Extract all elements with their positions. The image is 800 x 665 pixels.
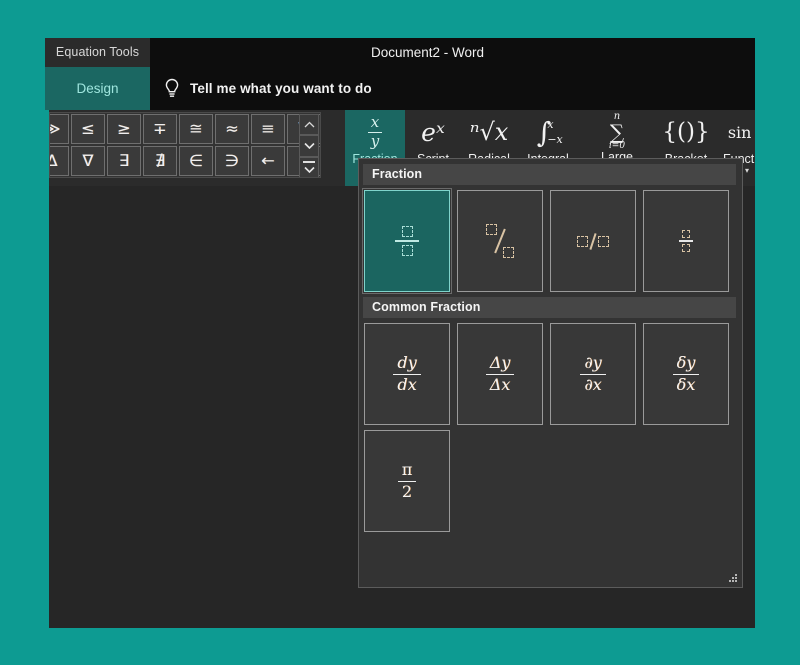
contextual-tab-group-label: Equation Tools (45, 38, 150, 67)
gallery-item-linear-fraction[interactable] (550, 190, 636, 292)
symbol-cell[interactable]: ← (251, 146, 285, 176)
pi-over-2-icon: π 2 (397, 461, 417, 501)
gallery-row (359, 185, 742, 294)
document-title: Document2 - Word (370, 45, 485, 60)
integral-glyph: ∫ x −x (536, 115, 563, 149)
symbol-cell[interactable]: ∋ (215, 146, 249, 176)
gallery-row: dy dx Δy Δx ∂y ∂x δy δx (359, 318, 742, 425)
tell-me-search[interactable]: Tell me what you want to do (163, 67, 372, 110)
tell-me-label: Tell me what you want to do (190, 81, 372, 96)
fraction-glyph-numerator: x (367, 114, 383, 133)
gallery-section-header-fraction: Fraction (363, 164, 736, 185)
chevron-down-icon[interactable]: ▾ (745, 166, 749, 176)
symbol-cell[interactable]: ∆ (50, 146, 69, 176)
radical-glyph: ⁿ√x (469, 118, 509, 146)
more-symbols-icon[interactable] (299, 156, 319, 177)
resize-grip-icon[interactable] (729, 574, 738, 583)
symbol-cell[interactable]: ≈ (215, 114, 249, 144)
script-glyph: eˣ (421, 117, 445, 147)
title-bar: Document2 - Word Equation Tools Design T… (45, 38, 755, 110)
fraction-glyph: x y (367, 110, 383, 152)
linear-fraction-icon (577, 232, 609, 250)
symbol-cell[interactable]: ∃ (107, 146, 141, 176)
small-stacked-fraction-icon (679, 230, 693, 252)
fraction-gallery-dropdown: Fraction Common Fraction dy dx Δy Δx ∂y … (358, 158, 743, 588)
word-application-window: Document2 - Word Equation Tools Design T… (45, 38, 755, 628)
delta-small-y-x-icon: δy δx (672, 354, 700, 394)
symbols-grid: ≫ ≤ ≥ ∓ ≅ ≈ ≡ ∀ ∆ ∇ ∃ ∄ ∈ ∋ ← ↑ (50, 113, 320, 176)
scroll-down-icon[interactable] (299, 135, 319, 157)
gallery-section-header-common-fraction: Common Fraction (363, 297, 736, 318)
gallery-item-small-stacked-fraction[interactable] (643, 190, 729, 292)
symbol-cell[interactable]: ≥ (107, 114, 141, 144)
symbol-cell[interactable]: ≡ (251, 114, 285, 144)
symbols-scrollbar[interactable] (299, 114, 319, 177)
gallery-item-dy-dx[interactable]: dy dx (364, 323, 450, 425)
gallery-item-partial-y-partial-x[interactable]: ∂y ∂x (550, 323, 636, 425)
symbol-cell[interactable]: ∄ (143, 146, 177, 176)
symbol-cell[interactable]: ∇ (71, 146, 105, 176)
large-operator-glyph: n ∑ i=0 (608, 111, 626, 151)
lightbulb-icon (163, 78, 181, 100)
function-glyph: sin θ (727, 122, 755, 142)
delta-y-delta-x-icon: Δy Δx (485, 354, 515, 394)
symbol-cell[interactable]: ∈ (179, 146, 213, 176)
symbol-cell[interactable]: ∓ (143, 114, 177, 144)
fraction-glyph-denominator: y (370, 131, 380, 150)
scroll-up-icon[interactable] (299, 114, 319, 136)
gallery-item-pi-over-2[interactable]: π 2 (364, 430, 450, 532)
gallery-item-skewed-fraction[interactable] (457, 190, 543, 292)
symbol-cell[interactable]: ≫ (50, 114, 69, 144)
dy-dx-icon: dy dx (393, 354, 421, 394)
symbol-cell[interactable]: ≅ (179, 114, 213, 144)
gallery-item-stacked-fraction[interactable] (362, 188, 452, 294)
gallery-item-delta-y-delta-x[interactable]: Δy Δx (457, 323, 543, 425)
stacked-fraction-icon (395, 226, 419, 256)
tab-design[interactable]: Design (45, 67, 150, 110)
symbol-cell[interactable]: ≤ (71, 114, 105, 144)
partial-y-partial-x-icon: ∂y ∂x (580, 354, 606, 394)
bracket-glyph: {()} (662, 119, 710, 145)
gallery-row: π 2 (359, 425, 742, 532)
gallery-item-delta-small-y-x[interactable]: δy δx (643, 323, 729, 425)
skewed-fraction-icon (486, 224, 514, 258)
symbols-gallery: ≫ ≤ ≥ ∓ ≅ ≈ ≡ ∀ ∆ ∇ ∃ ∄ ∈ ∋ ← ↑ (49, 112, 321, 178)
